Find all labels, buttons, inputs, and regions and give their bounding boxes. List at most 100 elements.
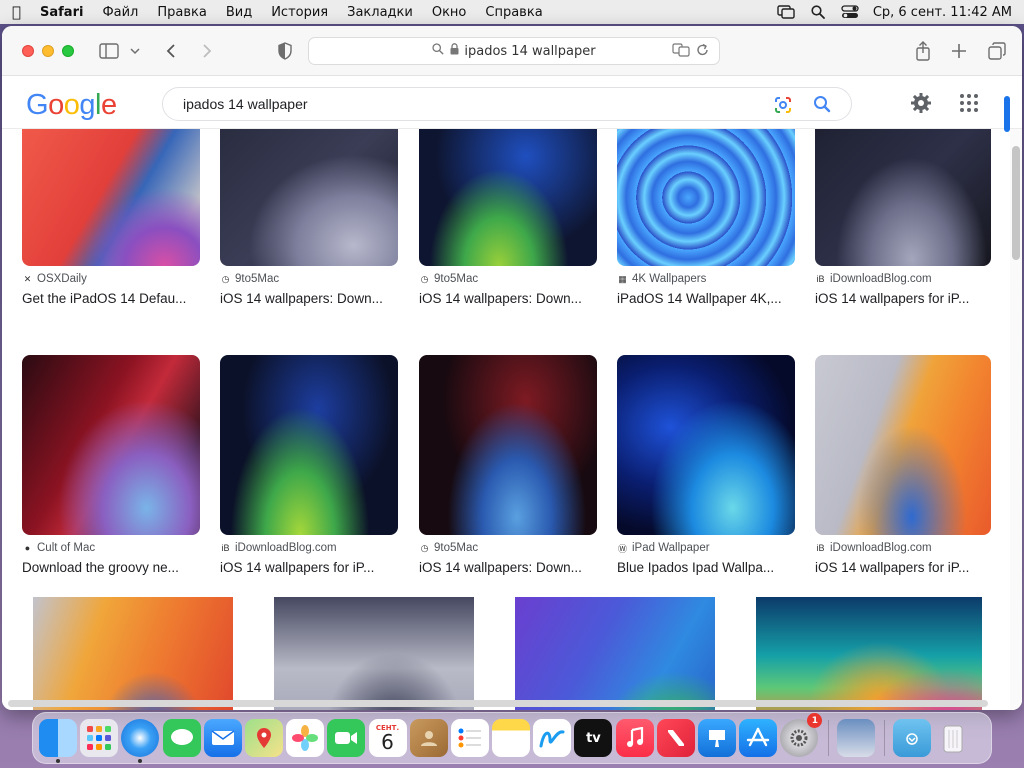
share-icon[interactable] <box>912 40 934 62</box>
address-bar[interactable]: ipados 14 wallpaper <box>308 37 720 65</box>
calendar-day: 6 <box>381 730 394 754</box>
wallpaper-thumbnail[interactable] <box>220 355 398 535</box>
facetime-icon[interactable] <box>327 719 366 757</box>
wallpaper-thumbnail[interactable] <box>22 129 200 266</box>
launchpad-icon[interactable] <box>80 719 119 757</box>
preview-window-icon[interactable] <box>836 719 875 757</box>
wallpaper-thumbnail[interactable] <box>419 355 597 535</box>
zoom-window-button[interactable] <box>62 45 74 57</box>
wallpaper-thumbnail[interactable] <box>617 129 795 266</box>
mail-icon[interactable] <box>203 719 242 757</box>
image-result[interactable]: ▦ 4K Wallpapers iPadOS 14 Wallpaper 4K,..… <box>617 129 795 306</box>
screen-mirroring-icon[interactable] <box>777 5 795 19</box>
system-settings-icon[interactable]: 1 <box>780 713 823 757</box>
freeform-icon[interactable] <box>533 719 572 757</box>
forward-button[interactable] <box>196 40 218 62</box>
menu-help[interactable]: Справка <box>485 5 542 20</box>
menu-history[interactable]: История <box>271 5 328 20</box>
wallpaper-thumbnail[interactable] <box>515 597 715 710</box>
apple-tv-icon[interactable]: tv <box>574 719 613 757</box>
vertical-scrollbar-thumb[interactable] <box>1012 146 1020 260</box>
privacy-shield-icon[interactable] <box>274 40 296 62</box>
wallpaper-thumbnail[interactable] <box>33 597 233 710</box>
photos-icon[interactable] <box>286 719 325 757</box>
image-result[interactable]: ◷ 9to5Mac iOS 14 wallpapers: Down... <box>220 129 398 306</box>
result-title[interactable]: iOS 14 wallpapers for iP... <box>815 291 991 306</box>
image-result[interactable]: ✕ OSXDaily Get the iPadOS 14 Defau... <box>22 129 200 306</box>
wallpaper-thumbnail[interactable] <box>815 355 991 535</box>
new-tab-icon[interactable] <box>948 40 970 62</box>
keynote-icon[interactable] <box>698 719 736 757</box>
address-text: ipados 14 wallpaper <box>464 43 596 59</box>
tab-overview-icon[interactable] <box>986 40 1008 62</box>
profile-avatar[interactable] <box>1004 96 1010 132</box>
menubar-clock[interactable]: Ср, 6 сент. 11:42 AM <box>873 5 1012 20</box>
minimize-window-button[interactable] <box>42 45 54 57</box>
google-lens-icon[interactable] <box>773 95 793 115</box>
result-title[interactable]: Download the groovy ne... <box>22 560 200 575</box>
menu-edit[interactable]: Правка <box>157 5 206 20</box>
google-logo[interactable]: Google <box>26 89 117 122</box>
lock-icon <box>450 43 459 59</box>
result-title[interactable]: iPadOS 14 Wallpaper 4K,... <box>617 291 795 306</box>
result-title[interactable]: iOS 14 wallpapers for iP... <box>220 560 398 575</box>
result-title[interactable]: iOS 14 wallpapers: Down... <box>419 560 597 575</box>
wallpaper-thumbnail[interactable] <box>756 597 982 710</box>
trash-icon[interactable] <box>934 719 972 757</box>
maps-icon[interactable] <box>244 719 283 757</box>
apple-menu-icon[interactable]:  <box>12 3 40 21</box>
google-search-input[interactable]: ipados 14 wallpaper <box>162 87 852 121</box>
result-title[interactable]: Get the iPadOS 14 Defau... <box>22 291 200 306</box>
image-result[interactable]: iB iDownloadBlog.com iOS 14 wallpapers fo… <box>220 355 398 575</box>
messages-icon[interactable] <box>162 719 201 757</box>
wallpaper-thumbnail[interactable] <box>419 129 597 266</box>
gear-icon[interactable] <box>909 91 933 115</box>
horizontal-scrollbar[interactable] <box>8 700 988 707</box>
app-store-icon[interactable] <box>739 719 778 757</box>
image-result[interactable]: ◷ 9to5Mac iOS 14 wallpapers: Down... <box>419 355 597 575</box>
chevron-down-icon[interactable] <box>128 40 142 62</box>
menu-app-safari[interactable]: Safari <box>40 5 83 20</box>
result-title[interactable]: iOS 14 wallpapers: Down... <box>220 291 398 306</box>
news-icon[interactable] <box>656 719 695 757</box>
image-result[interactable] <box>33 597 233 710</box>
wallpaper-thumbnail[interactable] <box>220 129 398 266</box>
menu-window[interactable]: Окно <box>432 5 467 20</box>
image-result[interactable]: iB iDownloadBlog.com iOS 14 wallpapers fo… <box>815 129 991 306</box>
finder-icon[interactable] <box>39 719 77 763</box>
image-result[interactable] <box>274 597 474 710</box>
image-result[interactable] <box>515 597 715 710</box>
image-result[interactable] <box>756 597 982 710</box>
sidebar-toggle-icon[interactable] <box>98 40 120 62</box>
spotlight-search-icon[interactable] <box>809 5 827 19</box>
wallpaper-thumbnail[interactable] <box>22 355 200 535</box>
result-title[interactable]: iOS 14 wallpapers: Down... <box>419 291 597 306</box>
translate-icon[interactable] <box>672 43 690 61</box>
window-controls <box>22 45 74 57</box>
image-result[interactable]: iB iDownloadBlog.com iOS 14 wallpapers fo… <box>815 355 991 575</box>
control-center-icon[interactable] <box>841 5 859 19</box>
google-apps-icon[interactable] <box>959 93 979 113</box>
music-icon[interactable] <box>615 719 654 757</box>
wallpaper-thumbnail[interactable] <box>815 129 991 266</box>
result-title[interactable]: iOS 14 wallpapers for iP... <box>815 560 991 575</box>
close-window-button[interactable] <box>22 45 34 57</box>
contacts-icon[interactable] <box>409 719 448 757</box>
downloads-folder-icon[interactable] <box>892 719 931 757</box>
wallpaper-thumbnail[interactable] <box>274 597 474 710</box>
menu-file[interactable]: Файл <box>102 5 138 20</box>
image-result[interactable]: ◷ 9to5Mac iOS 14 wallpapers: Down... <box>419 129 597 306</box>
calendar-icon[interactable]: СЕНТ. 6 <box>368 719 407 757</box>
safari-icon[interactable] <box>121 719 160 763</box>
result-title[interactable]: Blue Ipados Ipad Wallpa... <box>617 560 795 575</box>
image-result[interactable]: ⓌiPad Wallpaper Blue Ipados Ipad Wallpa.… <box>617 355 795 575</box>
back-button[interactable] <box>160 40 182 62</box>
menu-view[interactable]: Вид <box>226 5 252 20</box>
menu-bookmarks[interactable]: Закладки <box>347 5 413 20</box>
wallpaper-thumbnail[interactable] <box>617 355 795 535</box>
reload-icon[interactable] <box>696 43 709 61</box>
image-result[interactable]: ● Cult of Mac Download the groovy ne... <box>22 355 200 575</box>
reminders-icon[interactable] <box>450 719 489 757</box>
notes-icon[interactable] <box>492 719 531 757</box>
search-icon[interactable] <box>813 95 833 115</box>
